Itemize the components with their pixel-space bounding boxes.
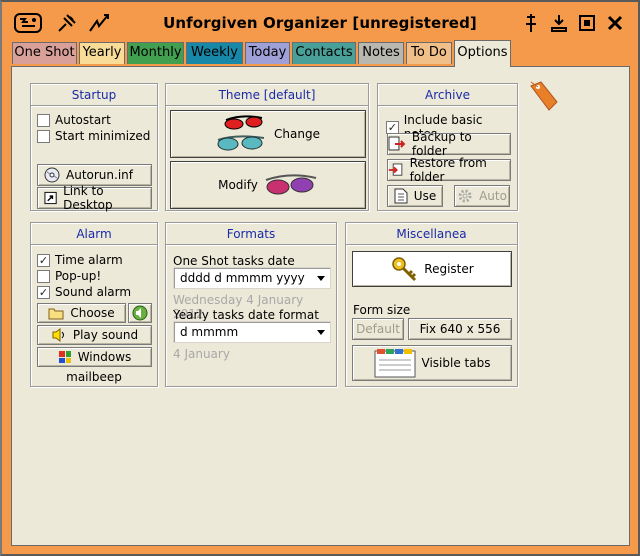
- include-basic-notes-box[interactable]: ✓: [386, 120, 399, 134]
- autorun-label: Autorun.inf: [66, 168, 133, 182]
- default-size-label: Default: [356, 322, 400, 336]
- popup-box[interactable]: [37, 269, 50, 283]
- close-icon[interactable]: [600, 10, 630, 36]
- speaker-icon: [132, 305, 148, 321]
- tab-monthly[interactable]: Monthly: [127, 42, 184, 64]
- link-to-desktop-label: Link to Desktop: [63, 184, 113, 212]
- fix-size-label: Fix 640 x 556: [419, 322, 501, 336]
- cd-icon: [44, 167, 60, 183]
- choose-button[interactable]: Choose: [37, 303, 126, 323]
- visible-tabs-label: Visible tabs: [421, 356, 491, 370]
- time-alarm-label: Time alarm: [55, 253, 123, 267]
- tab-options[interactable]: Options: [454, 40, 511, 67]
- sound-name: mailbeep: [66, 370, 122, 384]
- oneshot-format-value: dddd d mmmm yyyy: [180, 271, 305, 285]
- tab-today[interactable]: Today: [245, 42, 290, 64]
- auto-button[interactable]: Auto: [454, 185, 510, 207]
- miscellanea-heading: Miscellanea: [346, 223, 517, 245]
- oneshot-format-select[interactable]: dddd d mmmm yyyy: [173, 267, 331, 289]
- tab-yearly[interactable]: Yearly: [79, 42, 125, 64]
- speaker-button[interactable]: [128, 303, 152, 323]
- use-label: Use: [413, 189, 437, 203]
- tab-weekly[interactable]: Weekly: [186, 42, 243, 64]
- pin-down-icon[interactable]: [516, 10, 546, 36]
- restore-label: Restore from folder: [409, 156, 487, 184]
- chevron-down-icon: [317, 330, 325, 335]
- backup-icon: [388, 136, 406, 151]
- start-minimized-label: Start minimized: [55, 129, 151, 143]
- yearly-format-select[interactable]: d mmmm: [173, 321, 331, 343]
- alarm-heading: Alarm: [31, 223, 157, 245]
- title-bar: Unforgiven Organizer [unregistered]: [2, 2, 638, 40]
- register-label: Register: [424, 262, 474, 276]
- theme-change-button[interactable]: Change: [170, 110, 366, 158]
- document-icon: [394, 188, 408, 204]
- tab-one-shot[interactable]: One Shot: [12, 42, 77, 64]
- tab-notes[interactable]: Notes: [358, 42, 404, 64]
- visible-tabs-button[interactable]: Visible tabs: [352, 345, 512, 381]
- tab-to-do[interactable]: To Do: [406, 42, 452, 64]
- startup-group: Startup Autostart Start minimized Autoru…: [30, 83, 158, 212]
- time-alarm-box[interactable]: ✓: [37, 253, 50, 267]
- time-alarm-checkbox[interactable]: ✓ Time alarm: [37, 253, 123, 267]
- tab-contacts[interactable]: Contacts: [292, 42, 356, 64]
- gear-icon: [458, 189, 472, 203]
- popup-checkbox[interactable]: Pop-up!: [37, 269, 101, 283]
- pink-glasses-icon: [265, 174, 317, 195]
- miscellanea-group: Miscellanea Register Form size Default F…: [345, 222, 518, 387]
- yearly-format-value: d mmmm: [180, 325, 239, 339]
- use-button[interactable]: Use: [387, 185, 443, 207]
- yearly-format-example: 4 January: [173, 347, 230, 361]
- windows-logo-icon: [58, 351, 71, 363]
- popup-label: Pop-up!: [55, 269, 102, 283]
- yearly-format-label: Yearly tasks date format: [173, 308, 319, 322]
- autorun-button[interactable]: Autorun.inf: [37, 164, 152, 186]
- theme-group: Theme [default] Change Modify: [165, 83, 369, 211]
- start-minimized-box[interactable]: [37, 129, 50, 143]
- autostart-label: Autostart: [55, 113, 111, 127]
- options-panel: Startup Autostart Start minimized Autoru…: [11, 66, 630, 546]
- archive-heading: Archive: [378, 84, 517, 106]
- backup-label: Backup to folder: [411, 130, 472, 158]
- theme-modify-button[interactable]: Modify: [170, 161, 366, 209]
- archive-group: Archive ✓ Include basic notes Backup to …: [377, 83, 518, 211]
- folder-icon: [48, 308, 64, 320]
- alarm-group: Alarm ✓ Time alarm Pop-up! ✓ Sound alarm…: [30, 222, 158, 387]
- autostart-checkbox[interactable]: Autostart: [37, 113, 111, 127]
- choose-label: Choose: [70, 306, 115, 320]
- tabs-window-icon: [374, 349, 416, 378]
- sunglasses-icon: [217, 115, 265, 151]
- auto-label: Auto: [479, 189, 507, 203]
- start-minimized-checkbox[interactable]: Start minimized: [37, 129, 150, 143]
- windows-button[interactable]: Windows: [37, 347, 152, 367]
- form-size-label: Form size: [353, 303, 411, 317]
- formats-group: Formats One Shot tasks date format dddd …: [165, 222, 337, 387]
- link-to-desktop-button[interactable]: Link to Desktop: [37, 184, 152, 212]
- key-icon: [392, 257, 417, 282]
- windows-label: Windows: [77, 350, 132, 364]
- sound-wave-icon: [52, 328, 64, 342]
- theme-heading: Theme [default]: [166, 84, 368, 106]
- backup-button[interactable]: Backup to folder: [387, 130, 511, 158]
- play-sound-button[interactable]: Play sound: [37, 325, 152, 345]
- tag-icon: [527, 80, 561, 114]
- default-size-button[interactable]: Default: [352, 318, 404, 340]
- sound-alarm-label: Sound alarm: [55, 285, 132, 299]
- play-sound-label: Play sound: [72, 328, 139, 342]
- restore-button[interactable]: Restore from folder: [387, 156, 511, 184]
- restore-icon[interactable]: [572, 10, 602, 36]
- minimize-to-tray-icon[interactable]: [544, 10, 574, 36]
- register-button[interactable]: Register: [352, 251, 512, 287]
- autostart-box[interactable]: [37, 113, 50, 127]
- theme-modify-label: Modify: [218, 178, 258, 192]
- formats-heading: Formats: [166, 223, 336, 245]
- shortcut-icon: [44, 191, 57, 205]
- restore-folder-icon: [388, 163, 403, 176]
- sound-alarm-box[interactable]: ✓: [37, 285, 50, 299]
- startup-heading: Startup: [31, 84, 157, 106]
- chevron-down-icon: [317, 276, 325, 281]
- fix-size-button[interactable]: Fix 640 x 556: [408, 318, 512, 340]
- theme-change-label: Change: [274, 127, 320, 141]
- sound-alarm-checkbox[interactable]: ✓ Sound alarm: [37, 285, 131, 299]
